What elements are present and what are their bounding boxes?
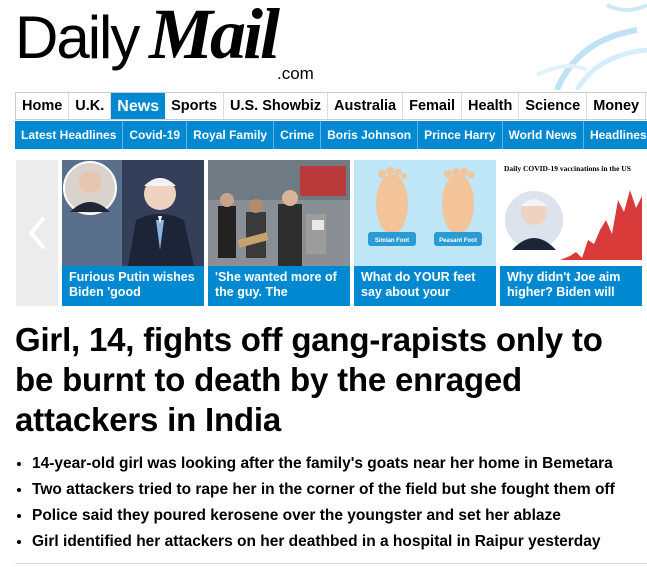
- carousel-card-caption: Furious Putin wishes Biden 'good: [62, 266, 204, 306]
- carousel-card-caption: What do YOUR feet say about your: [354, 266, 496, 306]
- nav-item-health[interactable]: Health: [462, 93, 520, 119]
- article-headline[interactable]: Girl, 14, fights off gang-rapists only t…: [15, 320, 645, 440]
- divider: [15, 563, 647, 564]
- article-bullet: Two attackers tried to rape her in the c…: [15, 477, 647, 503]
- logo-daily-text: Daily: [15, 4, 140, 71]
- chevron-left-icon: [28, 217, 45, 249]
- daily-mail-logo[interactable]: Daily Mail .com: [15, 0, 327, 84]
- nav-item-uk[interactable]: U.K.: [69, 93, 112, 119]
- carousel-card-feet[interactable]: Simian Foot Peasant Foot What do YOUR fe…: [354, 160, 496, 306]
- article-bullet-text: 14-year-old girl was looking after the f…: [32, 455, 613, 472]
- nav-item-science[interactable]: Science: [519, 93, 588, 119]
- primary-nav: Home U.K. News Sports U.S. Showbiz Austr…: [15, 92, 647, 120]
- nav-item-sports[interactable]: Sports: [165, 93, 225, 119]
- article-bullet: Girl identified her attackers on her dea…: [15, 529, 647, 555]
- article-bullet-text: Police said they poured kerosene over th…: [32, 507, 561, 524]
- nav-item-news[interactable]: News: [111, 93, 166, 119]
- article-bullet-text: Girl identified her attackers on her dea…: [32, 533, 601, 550]
- nav-item-us-showbiz[interactable]: U.S. Showbiz: [224, 93, 329, 119]
- carousel-prev-button[interactable]: [16, 160, 58, 306]
- bullet-dot-icon: [17, 488, 21, 492]
- subnav-item-world-news[interactable]: World News: [503, 121, 584, 149]
- headline-carousel: Furious Putin wishes Biden 'good 'She wa…: [16, 160, 647, 306]
- vaccination-chart-thumbnail: Daily COVID-19 vaccinations in the US: [500, 160, 642, 266]
- carousel-card-caption: Why didn't Joe aim higher? Biden will: [500, 266, 642, 306]
- nav-item-home[interactable]: Home: [16, 93, 70, 119]
- secondary-nav: Latest Headlines Covid-19 Royal Family C…: [15, 121, 647, 149]
- article-bullet-list: 14-year-old girl was looking after the f…: [15, 451, 647, 555]
- carousel-card-vaccinations[interactable]: Daily COVID-19 vaccinations in the US Wh…: [500, 160, 642, 306]
- logo-com-text: .com: [277, 64, 314, 83]
- nav-item-money[interactable]: Money: [587, 93, 647, 119]
- simian-foot-label: Simian Foot: [375, 238, 409, 244]
- article-bullet-text: Two attackers tried to rape her in the c…: [32, 481, 615, 498]
- nav-item-australia[interactable]: Australia: [328, 93, 404, 119]
- subnav-item-royal-family[interactable]: Royal Family: [187, 121, 275, 149]
- carousel-card-protest[interactable]: 'She wanted more of the guy. The: [208, 160, 350, 306]
- subnav-item-latest-headlines[interactable]: Latest Headlines: [15, 121, 124, 149]
- bullet-dot-icon: [17, 514, 21, 518]
- vaccination-chart-title: Daily COVID-19 vaccinations in the US: [504, 164, 631, 173]
- logo-mail-text: Mail: [149, 0, 280, 74]
- subnav-item-headlines[interactable]: Headlines: [584, 121, 647, 149]
- carousel-card-caption: 'She wanted more of the guy. The: [208, 266, 350, 306]
- subnav-item-crime[interactable]: Crime: [274, 121, 322, 149]
- putin-biden-thumbnail: [62, 160, 204, 266]
- street-protest-thumbnail: [208, 160, 350, 266]
- decorative-swirl-icon: [536, 3, 647, 90]
- carousel-card-putin-biden[interactable]: Furious Putin wishes Biden 'good: [62, 160, 204, 306]
- subnav-item-prince-harry[interactable]: Prince Harry: [418, 121, 503, 149]
- article-bullet: Police said they poured kerosene over th…: [15, 503, 647, 529]
- masthead: Daily Mail .com: [0, 0, 647, 90]
- feet-illustration-thumbnail: Simian Foot Peasant Foot: [354, 160, 496, 266]
- article-bullet: 14-year-old girl was looking after the f…: [15, 451, 647, 477]
- nav-item-femail[interactable]: Femail: [403, 93, 463, 119]
- subnav-item-boris-johnson[interactable]: Boris Johnson: [321, 121, 419, 149]
- bullet-dot-icon: [17, 462, 21, 466]
- bullet-dot-icon: [17, 540, 21, 544]
- peasant-foot-label: Peasant Foot: [439, 238, 477, 244]
- subnav-item-covid-19[interactable]: Covid-19: [123, 121, 188, 149]
